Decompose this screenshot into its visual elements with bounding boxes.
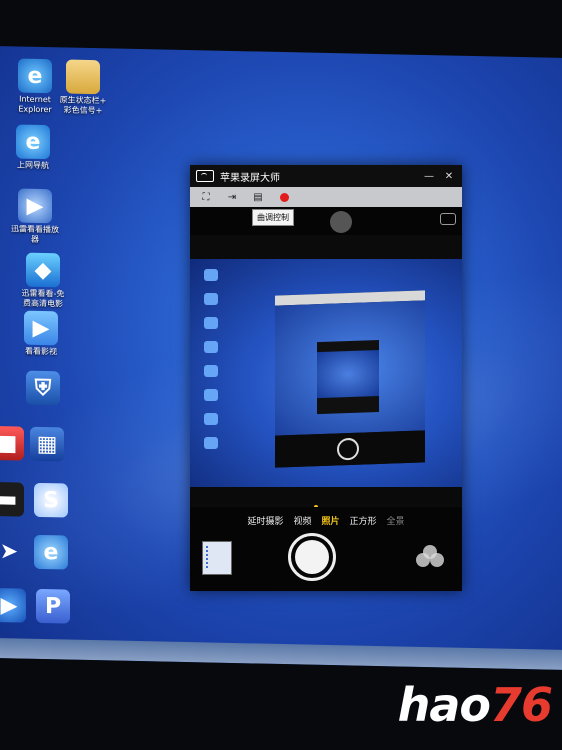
desktop-icon-globe[interactable]: e xyxy=(20,534,82,572)
desktop-icon-label: 迅雷看看播放 器 xyxy=(11,224,59,244)
window-titlebar[interactable]: 苹果录屏大师 — ✕ xyxy=(190,165,462,187)
mode-video[interactable]: 视频 xyxy=(293,514,311,527)
screen-mirror-window[interactable]: 苹果录屏大师 — ✕ ⛶ ⇥ ▤ 曲调控制 延时摄影 视频 照片 正方形 全景 xyxy=(190,165,462,591)
airplay-icon xyxy=(196,170,214,182)
mode-timelapse[interactable]: 延时摄影 xyxy=(247,514,283,527)
watermark-text: hao xyxy=(397,678,491,732)
watermark-number: 76 xyxy=(489,678,553,732)
viewfinder-desktop-icons xyxy=(196,269,226,461)
tuning-icon: ▤ xyxy=(253,191,263,203)
player-icon: ▶ xyxy=(18,188,52,224)
desktop-icon-shield[interactable]: ⛨ xyxy=(12,370,74,407)
film-icon: ▦ xyxy=(30,426,64,462)
desktop-icon-label: 看看影视 xyxy=(25,346,57,357)
internet-explorer-icon: e xyxy=(18,58,52,94)
fullscreen-icon: ⛶ xyxy=(202,191,210,203)
desktop-icon-player[interactable]: ▶ 迅雷看看播放 器 xyxy=(4,188,66,245)
desktop-icon-p[interactable]: P xyxy=(22,588,84,626)
camera-top-indicator xyxy=(330,211,352,233)
cast-button[interactable]: ⇥ xyxy=(222,189,242,205)
thunder-movie-icon: ◆ xyxy=(26,252,60,288)
desktop-icon-nav[interactable]: e 上网导航 xyxy=(2,124,64,171)
site-watermark: hao76 xyxy=(397,678,553,732)
globe-app-icon: e xyxy=(34,534,68,570)
record-button[interactable] xyxy=(274,189,294,205)
toolbar-tooltip: 曲调控制 xyxy=(252,209,294,226)
video-app-icon: ▶ xyxy=(24,310,58,346)
window-toolbar: ⛶ ⇥ ▤ 曲调控制 xyxy=(190,187,462,226)
record-icon xyxy=(279,192,289,202)
mode-panorama[interactable]: 全景 xyxy=(387,514,405,527)
desktop-icon-film[interactable]: ▦ xyxy=(16,426,78,463)
mode-photo[interactable]: 照片 xyxy=(321,514,339,527)
nested-window xyxy=(275,290,425,468)
desktop-icon-label: 原生状态栏+ 彩色信号+ xyxy=(59,95,107,116)
fullscreen-button[interactable]: ⛶ xyxy=(196,189,216,205)
camera-mode-selector[interactable]: 延时摄影 视频 照片 正方形 全景 xyxy=(190,507,462,533)
mode-square[interactable]: 正方形 xyxy=(350,514,377,527)
desktop-icon-thunder[interactable]: ◆ 迅雷看看-免 费高清电影 xyxy=(12,252,74,309)
desktop-icon-folder[interactable]: 原生状态栏+ 彩色信号+ xyxy=(52,59,114,116)
s-app-icon: S xyxy=(34,482,68,518)
photo-thumbnail[interactable] xyxy=(202,541,232,575)
close-button[interactable]: ✕ xyxy=(442,171,456,182)
desktop-icon-label: 上网导航 xyxy=(17,160,49,171)
camera-top-bar xyxy=(190,207,462,235)
desktop-icon-s[interactable]: S xyxy=(20,482,82,520)
cast-icon: ⇥ xyxy=(227,191,237,203)
web-nav-icon: e xyxy=(16,124,50,160)
desktop-icon-label: 迅雷看看-免 费高清电影 xyxy=(21,288,65,309)
filters-icon[interactable] xyxy=(416,545,444,569)
tuning-button[interactable]: ▤ xyxy=(248,189,268,205)
camera-flip-icon[interactable] xyxy=(440,213,456,225)
p-app-icon: P xyxy=(36,588,70,624)
minimize-button[interactable]: — xyxy=(422,171,436,182)
nested-window-inner xyxy=(317,339,379,415)
folder-icon xyxy=(66,59,100,95)
camera-viewfinder xyxy=(190,259,462,505)
shutter-button[interactable] xyxy=(288,533,336,581)
desktop-icon-video[interactable]: ▶ 看看影视 xyxy=(10,310,72,357)
window-title: 苹果录屏大师 xyxy=(220,172,280,184)
camera-controls xyxy=(190,533,462,591)
mirrored-iphone-screen: 延时摄影 视频 照片 正方形 全景 xyxy=(190,207,462,591)
shield-icon: ⛨ xyxy=(26,370,60,406)
